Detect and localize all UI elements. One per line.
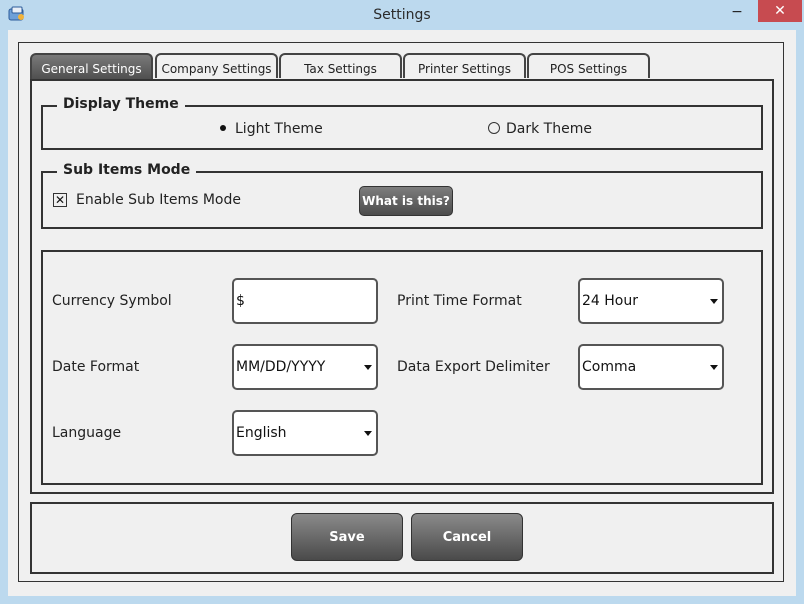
close-icon: ✕: [774, 3, 786, 19]
language-value: English: [236, 425, 287, 441]
tab-general-settings[interactable]: General Settings: [30, 53, 153, 79]
check-mark-icon: ✕: [54, 193, 66, 207]
tab-label: Company Settings: [161, 62, 272, 76]
chevron-down-icon: [364, 365, 372, 370]
print-time-format-select[interactable]: 24 Hour: [578, 278, 724, 324]
data-export-delimiter-label: Data Export Delimiter: [397, 359, 550, 375]
chevron-down-icon: [710, 365, 718, 370]
tab-printer-settings[interactable]: Printer Settings: [403, 53, 526, 78]
display-theme-legend: Display Theme: [57, 96, 185, 112]
tab-label: POS Settings: [549, 62, 628, 76]
tab-tax-settings[interactable]: Tax Settings: [279, 53, 402, 78]
language-select[interactable]: English: [232, 410, 378, 456]
sub-items-mode-group: Sub Items Mode ✕ Enable Sub Items Mode W…: [41, 162, 763, 229]
title-bar: Settings − ✕: [0, 0, 804, 30]
chevron-down-icon: [364, 431, 372, 436]
date-format-value: MM/DD/YYYY: [236, 359, 326, 375]
date-format-select[interactable]: MM/DD/YYYY: [232, 344, 378, 390]
chevron-down-icon: [710, 299, 718, 304]
currency-symbol-label: Currency Symbol: [52, 293, 172, 309]
save-button[interactable]: Save: [291, 513, 403, 561]
print-time-format-value: 24 Hour: [582, 293, 638, 309]
what-is-this-button[interactable]: What is this?: [359, 186, 453, 216]
light-theme-label: Light Theme: [235, 121, 323, 137]
tab-label: Tax Settings: [304, 62, 377, 76]
date-format-label: Date Format: [52, 359, 140, 375]
tab-pos-settings[interactable]: POS Settings: [527, 53, 650, 78]
currency-symbol-input[interactable]: $: [232, 278, 378, 324]
minimize-button[interactable]: −: [724, 2, 750, 22]
dark-theme-radio[interactable]: Dark Theme: [488, 121, 592, 137]
radio-selected-icon: [217, 122, 229, 134]
print-time-format-label: Print Time Format: [397, 293, 522, 309]
data-export-delimiter-value: Comma: [582, 359, 637, 375]
tab-label: Printer Settings: [418, 62, 511, 76]
window-client-area: General Settings Company Settings Tax Se…: [8, 30, 796, 596]
currency-symbol-value: $: [236, 293, 245, 309]
window-title: Settings: [373, 7, 431, 23]
radio-unselected-icon: [488, 122, 500, 134]
tab-company-settings[interactable]: Company Settings: [155, 53, 278, 78]
display-theme-group: Display Theme Light Theme Dark Theme: [41, 96, 763, 150]
enable-sub-items-label: Enable Sub Items Mode: [76, 192, 241, 208]
close-button[interactable]: ✕: [758, 0, 802, 22]
tab-label: General Settings: [41, 62, 142, 76]
data-export-delimiter-select[interactable]: Comma: [578, 344, 724, 390]
dark-theme-label: Dark Theme: [506, 121, 592, 137]
sub-items-mode-legend: Sub Items Mode: [57, 162, 197, 178]
light-theme-radio[interactable]: Light Theme: [217, 121, 323, 137]
enable-sub-items-checkbox[interactable]: ✕: [53, 193, 67, 207]
minimize-icon: −: [731, 4, 743, 20]
cancel-label: Cancel: [442, 530, 492, 545]
cancel-button[interactable]: Cancel: [411, 513, 523, 561]
save-label: Save: [329, 530, 365, 545]
language-label: Language: [52, 425, 122, 441]
what-is-this-label: What is this?: [362, 194, 450, 208]
